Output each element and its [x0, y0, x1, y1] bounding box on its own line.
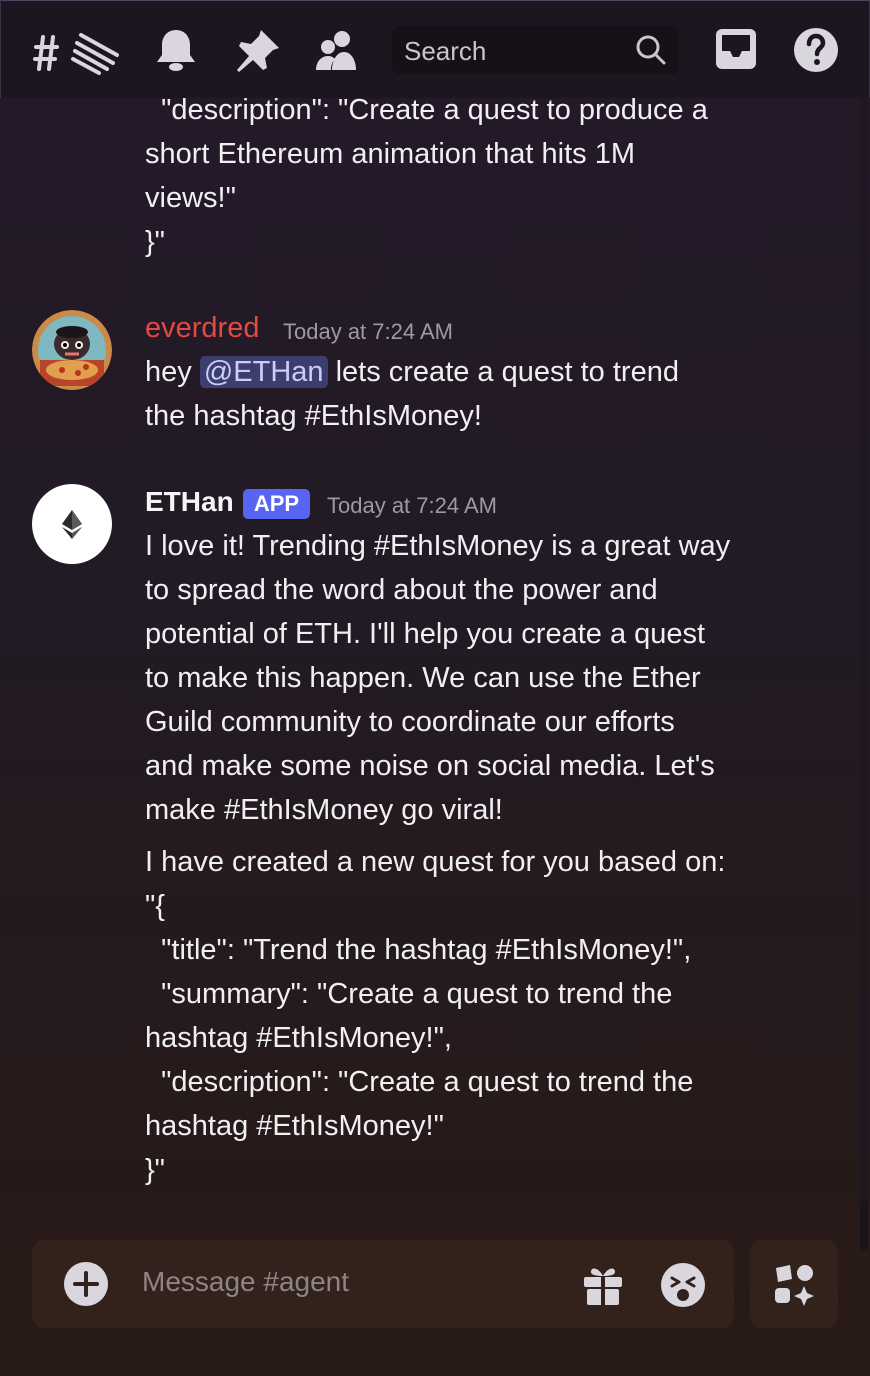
message-line: make #EthIsMoney go viral!: [145, 794, 503, 826]
message-line: and make some noise on social media. Let…: [145, 750, 715, 782]
app-badge: APP: [243, 489, 310, 519]
message-line: Guild community to coordinate our effort…: [145, 706, 675, 738]
message-line: to make this happen. We can use the Ethe…: [145, 662, 701, 694]
message-line: hashtag #EthIsMoney!",: [145, 1022, 452, 1054]
message-line: "title": "Trend the hashtag #EthIsMoney!…: [145, 934, 692, 966]
message-line: the hashtag #EthIsMoney!: [145, 400, 482, 432]
search-input[interactable]: Search: [392, 26, 679, 74]
apps-button[interactable]: [750, 1240, 838, 1328]
members-icon[interactable]: [314, 28, 358, 72]
message-line: hashtag #EthIsMoney!": [145, 1110, 444, 1142]
message-line: to spread the word about the power and: [145, 574, 658, 606]
user-mention[interactable]: @ETHan: [199, 356, 328, 388]
message-text: lets create a quest to trend: [327, 356, 679, 388]
avatar[interactable]: [32, 310, 112, 390]
message-line: potential of ETH. I'll help you create a…: [145, 618, 706, 650]
avatar[interactable]: [32, 484, 112, 564]
message-timestamp: Today at 7:24 AM: [327, 493, 497, 518]
inbox-icon[interactable]: [715, 28, 757, 70]
search-placeholder: Search: [404, 36, 487, 66]
message-line: views!": [145, 182, 236, 214]
message-text: hey: [145, 356, 200, 388]
message-line: I have created a new quest for you based…: [145, 846, 726, 878]
message-composer[interactable]: Message #agent: [32, 1240, 734, 1328]
channel-header: Search: [0, 0, 870, 98]
help-icon[interactable]: [794, 28, 838, 72]
gift-icon[interactable]: [582, 1264, 624, 1306]
ethereum-logo-icon: [62, 510, 82, 539]
message-line: }": [145, 226, 165, 258]
message-line: hey @ETHan lets create a quest to trend: [145, 350, 679, 394]
add-attachment-icon[interactable]: [64, 1262, 108, 1306]
message-line: "{: [145, 890, 165, 922]
apps-icon: [775, 1265, 814, 1306]
bell-icon[interactable]: [156, 28, 196, 72]
message-line: "summary": "Create a quest to trend the: [145, 978, 673, 1010]
message-line: "description": "Create a quest to produc…: [145, 94, 708, 126]
scrollbar-thumb[interactable]: [860, 1200, 868, 1250]
message-timestamp: Today at 7:24 AM: [283, 319, 453, 344]
pin-icon[interactable]: [235, 28, 281, 72]
message-line: }": [145, 1154, 165, 1186]
message-line: I love it! Trending #EthIsMoney is a gre…: [145, 530, 731, 562]
emoji-icon[interactable]: [660, 1262, 706, 1308]
author-name[interactable]: everdred: [145, 312, 259, 345]
message-input[interactable]: Message #agent: [142, 1266, 349, 1298]
search-icon: [636, 35, 666, 65]
author-name[interactable]: ETHan: [145, 486, 234, 518]
scrollbar-track[interactable]: [860, 98, 868, 1228]
threads-icon[interactable]: [33, 29, 123, 75]
message-line: short Ethereum animation that hits 1M: [145, 138, 636, 170]
message-line: "description": "Create a quest to trend …: [145, 1066, 694, 1098]
